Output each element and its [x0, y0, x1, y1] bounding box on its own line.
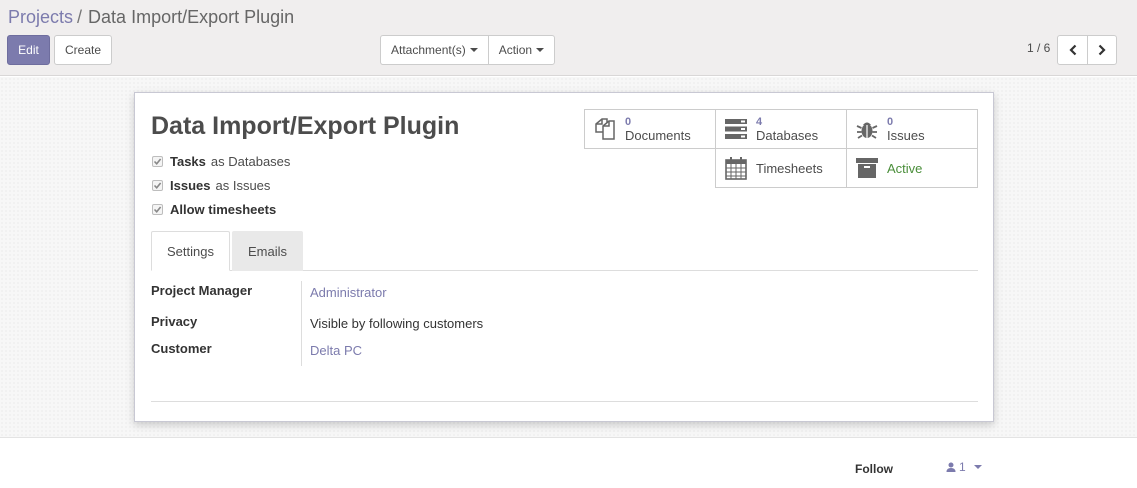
breadcrumb: Projects / Data Import/Export Plugin: [8, 7, 294, 28]
chevron-left-icon: [1068, 44, 1076, 56]
privacy-value: Visible by following customers: [310, 316, 484, 331]
timesheets-button-label: Timesheets: [756, 160, 823, 176]
issues-label: Issues: [170, 178, 211, 193]
privacy-label: Privacy: [151, 314, 198, 329]
databases-icon: [720, 118, 752, 140]
caret-down-icon: [536, 48, 545, 52]
breadcrumb-projects-link[interactable]: Projects: [8, 7, 73, 27]
pager-buttons: [1057, 35, 1117, 65]
calendar-icon: [720, 156, 752, 180]
documents-icon: [589, 117, 621, 141]
checkbox-row-timesheets: Allow timesheets: [152, 202, 276, 217]
edit-button-label: Edit: [18, 43, 39, 57]
tab-emails[interactable]: Emails: [232, 231, 303, 271]
user-icon: [946, 462, 956, 472]
project-manager-label: Project Manager: [151, 283, 253, 298]
breadcrumb-separator: /: [77, 7, 83, 27]
followers-dropdown[interactable]: 1: [946, 460, 982, 474]
documents-button[interactable]: 0 Documents: [584, 109, 716, 149]
tab-settings-label: Settings: [167, 243, 214, 259]
form-sheet: Data Import/Export Plugin Tasks as Datab…: [134, 92, 994, 422]
active-label: Active: [887, 160, 923, 176]
notebook-tabs: Settings Emails: [151, 231, 978, 271]
tasks-suffix: as Databases: [210, 154, 291, 169]
checkbox-row-tasks: Tasks as Databases: [152, 154, 290, 169]
customer-value[interactable]: Delta PC: [310, 343, 362, 358]
attachments-label: Attachment(s): [391, 43, 466, 57]
action-label: Action: [498, 43, 533, 57]
sidebar-button-group: Attachment(s) Action: [380, 35, 556, 65]
databases-button[interactable]: 4 Databases: [715, 109, 847, 149]
timesheets-checkbox[interactable]: [152, 204, 163, 215]
chevron-right-icon: [1098, 44, 1106, 56]
create-button-label: Create: [64, 43, 102, 57]
bug-icon: [851, 117, 883, 141]
tasks-label: Tasks: [170, 154, 206, 169]
project-manager-value[interactable]: Administrator: [310, 285, 387, 300]
check-icon: [153, 158, 162, 166]
project-title: Data Import/Export Plugin: [151, 112, 460, 140]
tab-settings[interactable]: Settings: [151, 231, 230, 271]
pager-next-button[interactable]: [1087, 36, 1116, 64]
create-button[interactable]: Create: [54, 35, 112, 65]
active-toggle-button[interactable]: Active: [846, 148, 978, 188]
control-panel: Projects / Data Import/Export Plugin Edit …: [0, 0, 1137, 76]
caret-down-icon: [973, 465, 982, 469]
caret-down-icon: [469, 48, 478, 52]
databases-label: Databases: [756, 128, 819, 143]
check-icon: [153, 182, 162, 190]
timesheets-label: Allow timesheets: [170, 202, 277, 217]
pager-previous-button[interactable]: [1058, 36, 1087, 64]
breadcrumb-current: Data Import/Export Plugin: [88, 7, 295, 27]
check-icon: [153, 206, 162, 214]
tasks-checkbox[interactable]: [152, 156, 163, 167]
followers-count: 1: [959, 460, 966, 474]
issues-checkbox[interactable]: [152, 180, 163, 191]
archive-icon: [851, 157, 883, 179]
pager-value[interactable]: 1 / 6: [1027, 41, 1050, 55]
field-divider: [301, 281, 302, 366]
documents-label: Documents: [625, 128, 691, 143]
tab-emails-label: Emails: [247, 243, 287, 259]
issues-button-label: Issues: [887, 128, 925, 143]
attachments-dropdown[interactable]: Attachment(s): [381, 36, 488, 64]
customer-label: Customer: [151, 341, 212, 356]
edit-button[interactable]: Edit: [7, 35, 50, 65]
action-dropdown[interactable]: Action: [487, 36, 554, 64]
sheet-bottom-divider: [151, 401, 978, 402]
checkbox-row-issues: Issues as Issues: [152, 178, 270, 193]
issues-suffix: as Issues: [215, 178, 271, 193]
issues-button[interactable]: 0 Issues: [846, 109, 978, 149]
follow-button[interactable]: Follow: [855, 462, 893, 476]
timesheets-button[interactable]: Timesheets: [715, 148, 847, 188]
